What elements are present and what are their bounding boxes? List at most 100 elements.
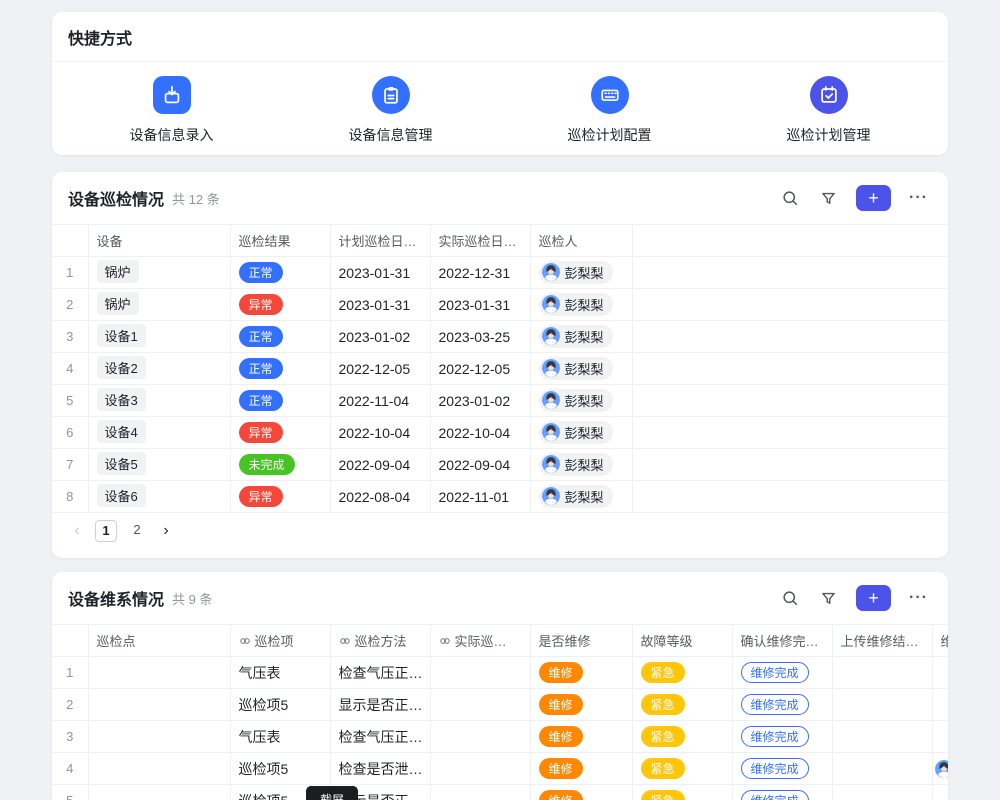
inspector-cell[interactable]: 彭梨梨 [530, 321, 632, 353]
actual-date-cell[interactable]: 2022-09-04 [430, 449, 530, 481]
level-cell[interactable]: 紧急 [632, 657, 732, 689]
actual-date-cell[interactable]: 2023-01-31 [430, 289, 530, 321]
actual-cell[interactable] [430, 657, 530, 689]
method-cell[interactable]: 检查气压正… [330, 657, 430, 689]
inspector-cell[interactable]: 彭梨梨 [530, 481, 632, 513]
row-number[interactable]: 5 [52, 385, 88, 417]
col-level[interactable]: 故障等级 [632, 625, 732, 657]
item-cell[interactable]: 巡检项5 [230, 689, 330, 721]
empty-cell[interactable] [632, 257, 948, 289]
method-cell[interactable]: 检查是否泄… [330, 753, 430, 785]
col-point[interactable]: 巡检点 [88, 625, 230, 657]
row-number[interactable]: 7 [52, 449, 88, 481]
col-device[interactable]: 设备 [88, 225, 230, 257]
device-cell[interactable]: 设备4 [88, 417, 230, 449]
row-number[interactable]: 1 [52, 257, 88, 289]
plan-date-cell[interactable]: 2022-10-04 [330, 417, 430, 449]
device-cell[interactable]: 设备5 [88, 449, 230, 481]
point-cell[interactable] [88, 785, 230, 800]
empty-cell[interactable] [632, 449, 948, 481]
repair-cell[interactable]: 维修 [530, 753, 632, 785]
row-number[interactable]: 4 [52, 753, 88, 785]
empty-cell[interactable] [632, 353, 948, 385]
confirm-cell[interactable]: 维修完成 [732, 721, 832, 753]
level-cell[interactable]: 紧急 [632, 753, 732, 785]
prev-page-icon[interactable]: ‹ [68, 522, 86, 540]
filter-icon[interactable] [818, 188, 838, 208]
upload-cell[interactable] [832, 785, 932, 800]
col-confirm[interactable]: 确认维修完… [732, 625, 832, 657]
empty-cell[interactable] [632, 321, 948, 353]
actual-date-cell[interactable]: 2022-12-31 [430, 257, 530, 289]
add-record-button[interactable]: + [856, 185, 891, 211]
repair-cell[interactable]: 维修 [530, 785, 632, 800]
result-cell[interactable]: 异常 [230, 417, 330, 449]
item-cell[interactable]: 气压表 [230, 657, 330, 689]
point-cell[interactable] [88, 753, 230, 785]
clipped-cell[interactable] [932, 753, 948, 785]
item-cell[interactable]: 气压表 [230, 721, 330, 753]
confirm-cell[interactable]: 维修完成 [732, 785, 832, 800]
col-plan-date[interactable]: 计划巡检日… [330, 225, 430, 257]
plan-date-cell[interactable]: 2023-01-02 [330, 321, 430, 353]
row-number[interactable]: 5 [52, 785, 88, 800]
result-cell[interactable]: 正常 [230, 353, 330, 385]
row-number[interactable]: 8 [52, 481, 88, 513]
filter-icon[interactable] [818, 588, 838, 608]
inspector-cell[interactable]: 彭梨梨 [530, 449, 632, 481]
device-cell[interactable]: 锅炉 [88, 289, 230, 321]
plan-date-cell[interactable]: 2022-11-04 [330, 385, 430, 417]
result-cell[interactable]: 正常 [230, 385, 330, 417]
empty-cell[interactable] [632, 385, 948, 417]
more-actions-icon[interactable]: ··· [909, 189, 928, 207]
col-item[interactable]: 巡检项 [230, 625, 330, 657]
actual-date-cell[interactable]: 2022-11-01 [430, 481, 530, 513]
col-result[interactable]: 巡检结果 [230, 225, 330, 257]
row-number[interactable]: 1 [52, 657, 88, 689]
plan-date-cell[interactable]: 2023-01-31 [330, 289, 430, 321]
row-number[interactable]: 3 [52, 721, 88, 753]
actual-date-cell[interactable]: 2023-01-02 [430, 385, 530, 417]
device-cell[interactable]: 设备2 [88, 353, 230, 385]
col-clipped[interactable]: 维 [932, 625, 948, 657]
plan-date-cell[interactable]: 2023-01-31 [330, 257, 430, 289]
col-method[interactable]: 巡检方法 [330, 625, 430, 657]
result-cell[interactable]: 异常 [230, 481, 330, 513]
shortcut-plan-manage[interactable]: 巡检计划管理 [719, 76, 938, 145]
level-cell[interactable]: 紧急 [632, 785, 732, 800]
plan-date-cell[interactable]: 2022-12-05 [330, 353, 430, 385]
point-cell[interactable] [88, 689, 230, 721]
result-cell[interactable]: 正常 [230, 257, 330, 289]
upload-cell[interactable] [832, 721, 932, 753]
clipped-cell[interactable] [932, 721, 948, 753]
page-2-button[interactable]: 2 [126, 520, 148, 542]
repair-cell[interactable]: 维修 [530, 657, 632, 689]
add-record-button[interactable]: + [856, 585, 891, 611]
row-number-header[interactable] [52, 225, 88, 257]
actual-cell[interactable] [430, 785, 530, 800]
item-cell[interactable]: 巡检项5 [230, 753, 330, 785]
col-upload[interactable]: 上传维修结… [832, 625, 932, 657]
inspector-cell[interactable]: 彭梨梨 [530, 353, 632, 385]
inspector-cell[interactable]: 彭梨梨 [530, 385, 632, 417]
inspector-cell[interactable]: 彭梨梨 [530, 417, 632, 449]
shortcut-device-entry[interactable]: 设备信息录入 [62, 76, 281, 145]
row-number-header[interactable] [52, 625, 88, 657]
next-page-icon[interactable]: › [157, 522, 175, 540]
inspector-cell[interactable]: 彭梨梨 [530, 289, 632, 321]
confirm-cell[interactable]: 维修完成 [732, 753, 832, 785]
empty-cell[interactable] [632, 417, 948, 449]
upload-cell[interactable] [832, 657, 932, 689]
row-number[interactable]: 4 [52, 353, 88, 385]
point-cell[interactable] [88, 721, 230, 753]
upload-cell[interactable] [832, 753, 932, 785]
actual-date-cell[interactable]: 2022-12-05 [430, 353, 530, 385]
col-repair[interactable]: 是否维修 [530, 625, 632, 657]
method-cell[interactable]: 检查气压正… [330, 721, 430, 753]
confirm-cell[interactable]: 维修完成 [732, 657, 832, 689]
device-cell[interactable]: 设备3 [88, 385, 230, 417]
level-cell[interactable]: 紧急 [632, 721, 732, 753]
page-1-button[interactable]: 1 [95, 520, 117, 542]
result-cell[interactable]: 异常 [230, 289, 330, 321]
plan-date-cell[interactable]: 2022-09-04 [330, 449, 430, 481]
